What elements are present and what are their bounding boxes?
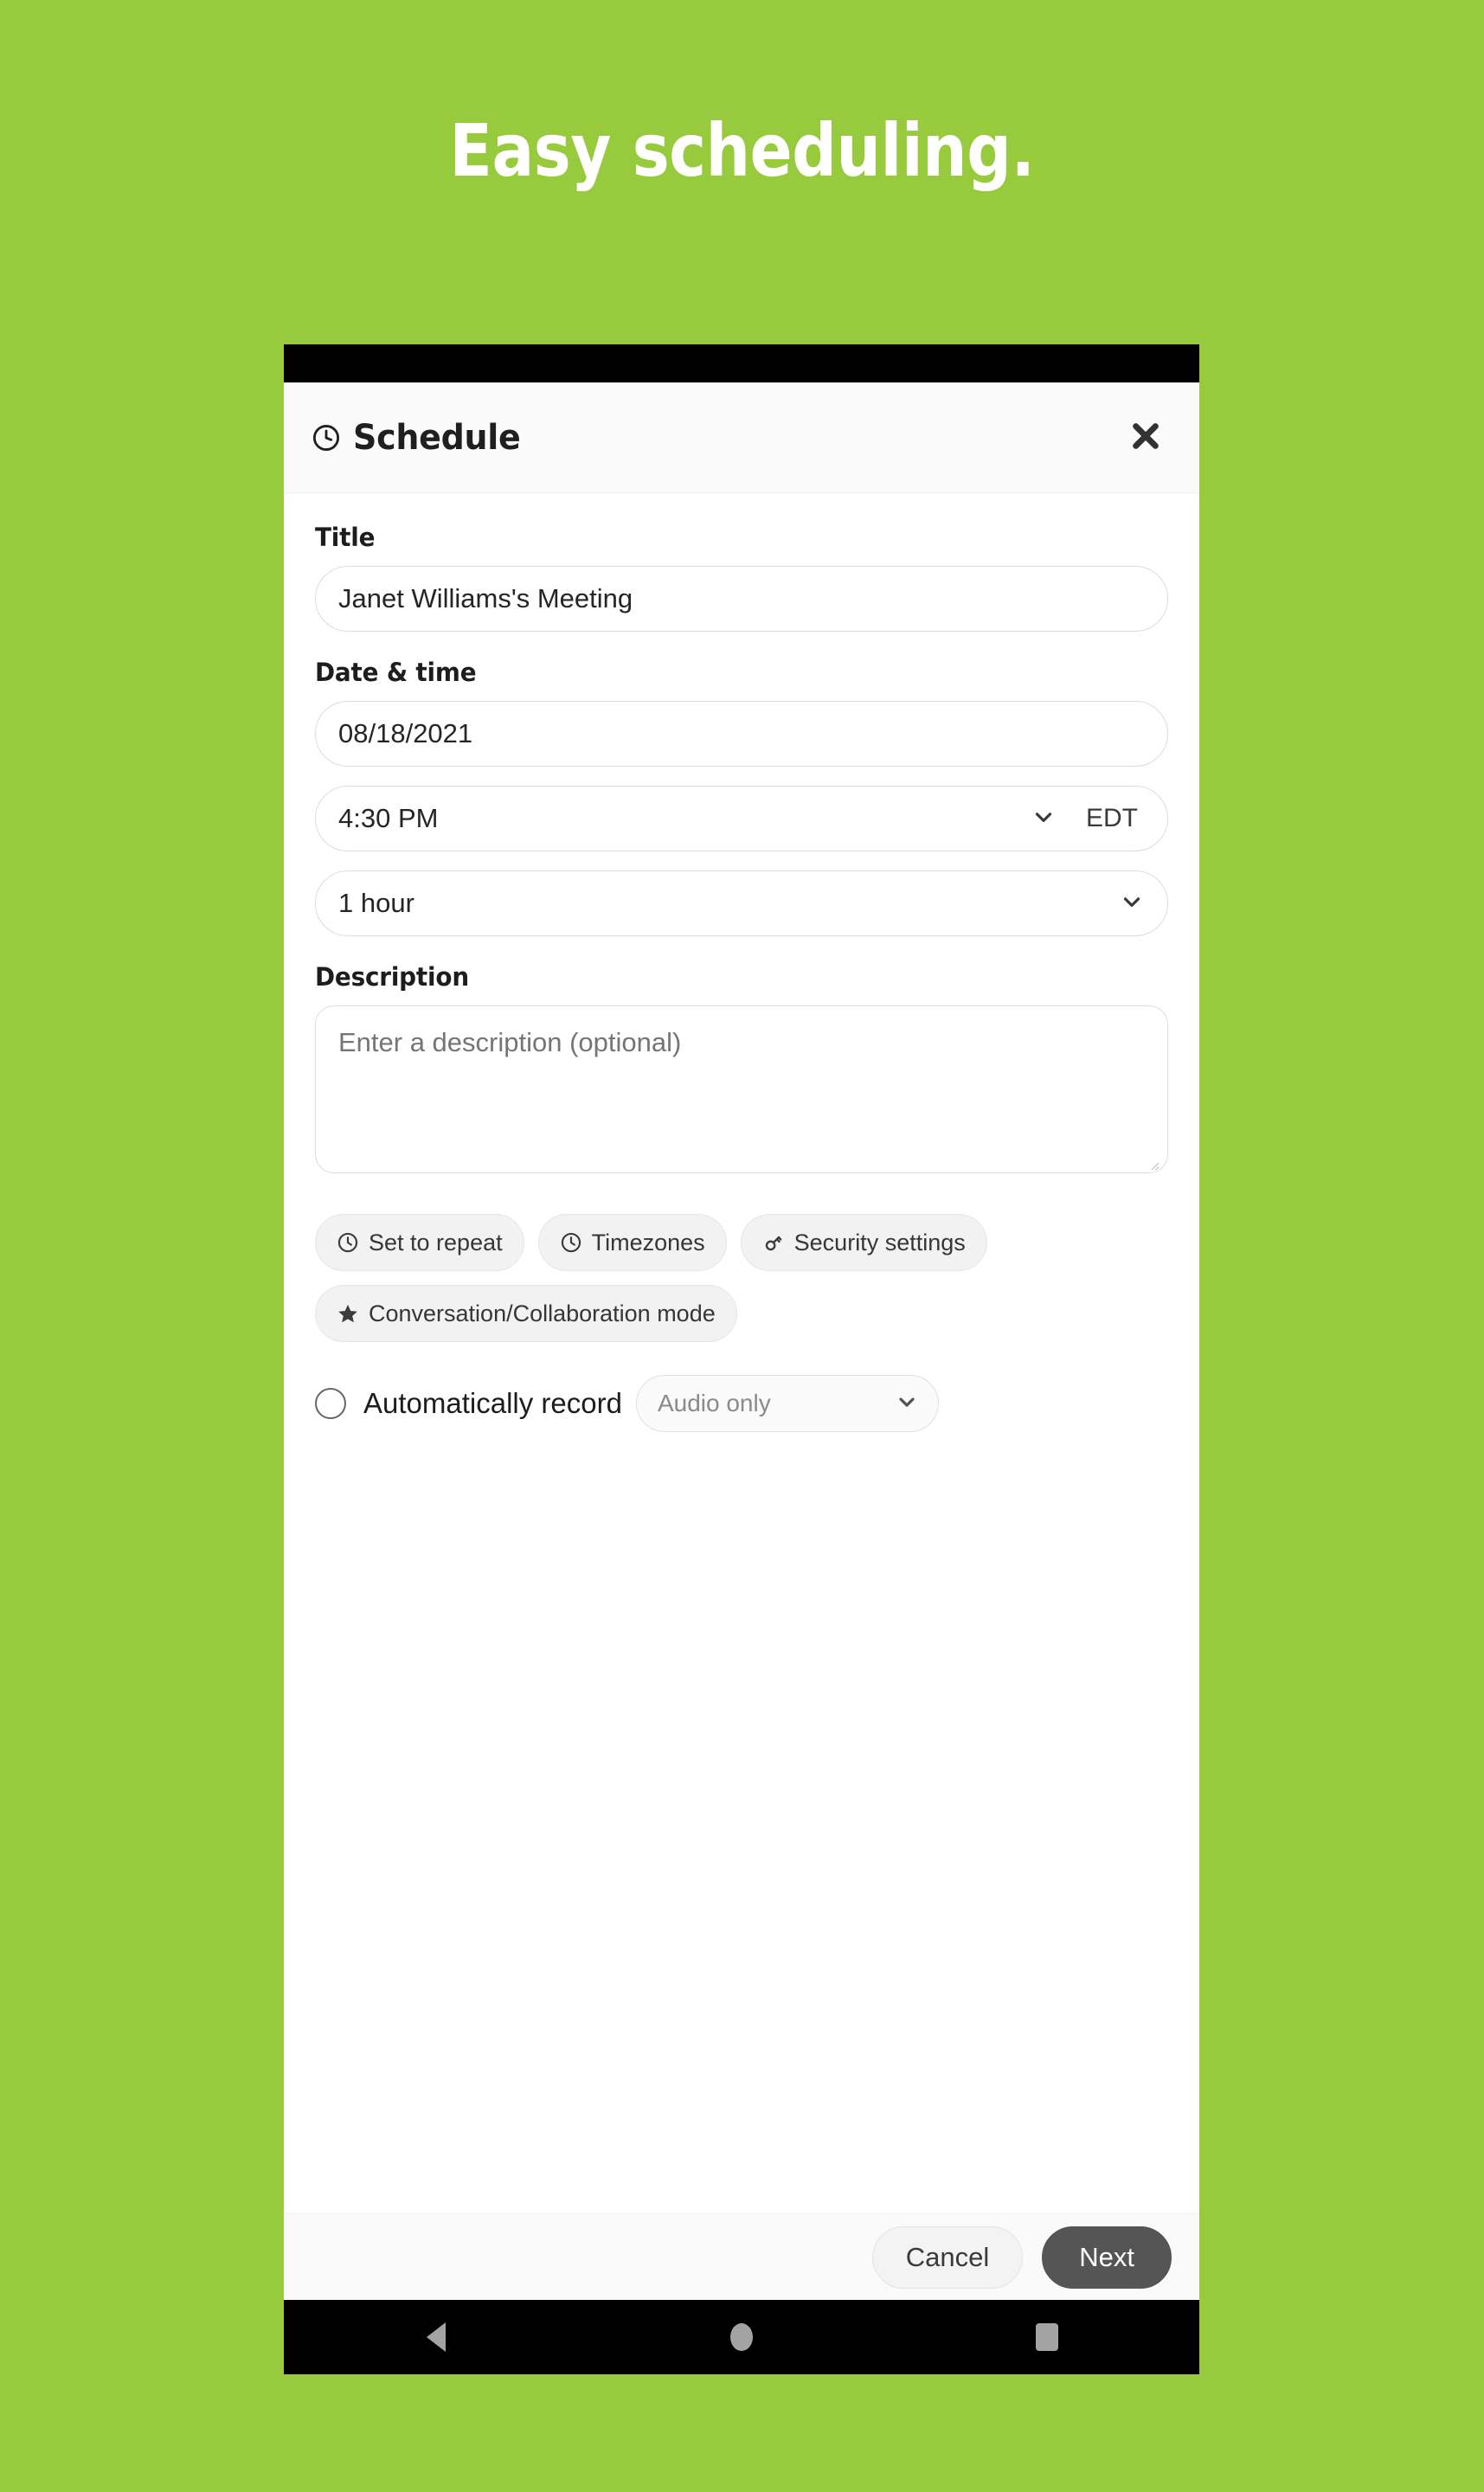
automatically-record-label: Automatically record	[363, 1387, 622, 1419]
chip-label: Conversation/Collaboration mode	[369, 1300, 716, 1326]
option-chips: Set to repeat Timezones Security setting…	[315, 1214, 1168, 1342]
status-bar	[284, 344, 1199, 382]
header-title-group: Schedule	[312, 418, 1118, 458]
duration-select[interactable]: 1 hour	[315, 870, 1168, 936]
key-icon	[762, 1231, 785, 1254]
nav-home-button[interactable]	[589, 2300, 895, 2374]
date-input[interactable]: 08/18/2021	[315, 701, 1168, 767]
close-button[interactable]	[1118, 410, 1173, 466]
app-header: Schedule	[284, 382, 1199, 493]
chip-label: Set to repeat	[369, 1229, 503, 1256]
time-row: 4:30 PM EDT	[315, 786, 1168, 851]
chevron-down-icon	[1031, 804, 1057, 834]
chip-set-to-repeat[interactable]: Set to repeat	[315, 1214, 524, 1271]
cancel-button[interactable]: Cancel	[871, 2225, 1024, 2289]
nav-recents-button[interactable]	[894, 2300, 1199, 2374]
page-title: Easy scheduling.	[449, 108, 1035, 193]
chip-label: Security settings	[793, 1229, 966, 1256]
automatically-record-row: Automatically record Audio only	[315, 1375, 1168, 1432]
close-icon	[1128, 419, 1163, 456]
chip-label: Timezones	[591, 1229, 705, 1256]
time-value: 4:30 PM	[338, 803, 439, 833]
duration-value: 1 hour	[338, 888, 414, 918]
chevron-down-icon	[895, 1390, 919, 1418]
clock-icon	[560, 1231, 582, 1254]
record-type-select[interactable]: Audio only	[635, 1375, 939, 1432]
schedule-form: Title Janet Williams's Meeting Date & ti…	[284, 493, 1199, 1823]
description-wrap	[315, 1005, 1168, 1178]
chip-security-settings[interactable]: Security settings	[740, 1214, 987, 1271]
back-triangle-icon	[427, 2322, 446, 2352]
chip-timezones[interactable]: Timezones	[537, 1214, 727, 1271]
nav-back-button[interactable]	[284, 2300, 589, 2374]
datetime-group: 08/18/2021 4:30 PM EDT 1 hour	[315, 701, 1168, 936]
description-label: Description	[315, 962, 469, 992]
star-icon	[337, 1302, 359, 1325]
time-select[interactable]: 4:30 PM EDT	[315, 786, 1168, 851]
clock-icon	[312, 423, 341, 453]
datetime-label: Date & time	[315, 658, 477, 687]
next-button[interactable]: Next	[1042, 2225, 1172, 2289]
chip-conversation-collaboration-mode[interactable]: Conversation/Collaboration mode	[315, 1285, 737, 1342]
timezone-label: EDT	[1086, 804, 1138, 832]
app-title: Schedule	[353, 417, 521, 458]
home-circle-icon	[730, 2323, 753, 2351]
android-nav-bar	[284, 2300, 1199, 2374]
phone-frame: Schedule Title Janet Williams's Meeting …	[284, 344, 1199, 2374]
chevron-down-icon	[1119, 889, 1145, 919]
recents-square-icon	[1035, 2323, 1058, 2351]
clock-icon	[337, 1231, 359, 1254]
record-type-value: Audio only	[657, 1390, 771, 1416]
title-input[interactable]: Janet Williams's Meeting	[315, 566, 1168, 632]
description-input[interactable]	[315, 1005, 1168, 1173]
app-footer: Cancel Next	[284, 2213, 1199, 2300]
form-spacer	[284, 1822, 1199, 2213]
title-label: Title	[315, 523, 376, 552]
automatically-record-radio[interactable]	[315, 1388, 346, 1419]
